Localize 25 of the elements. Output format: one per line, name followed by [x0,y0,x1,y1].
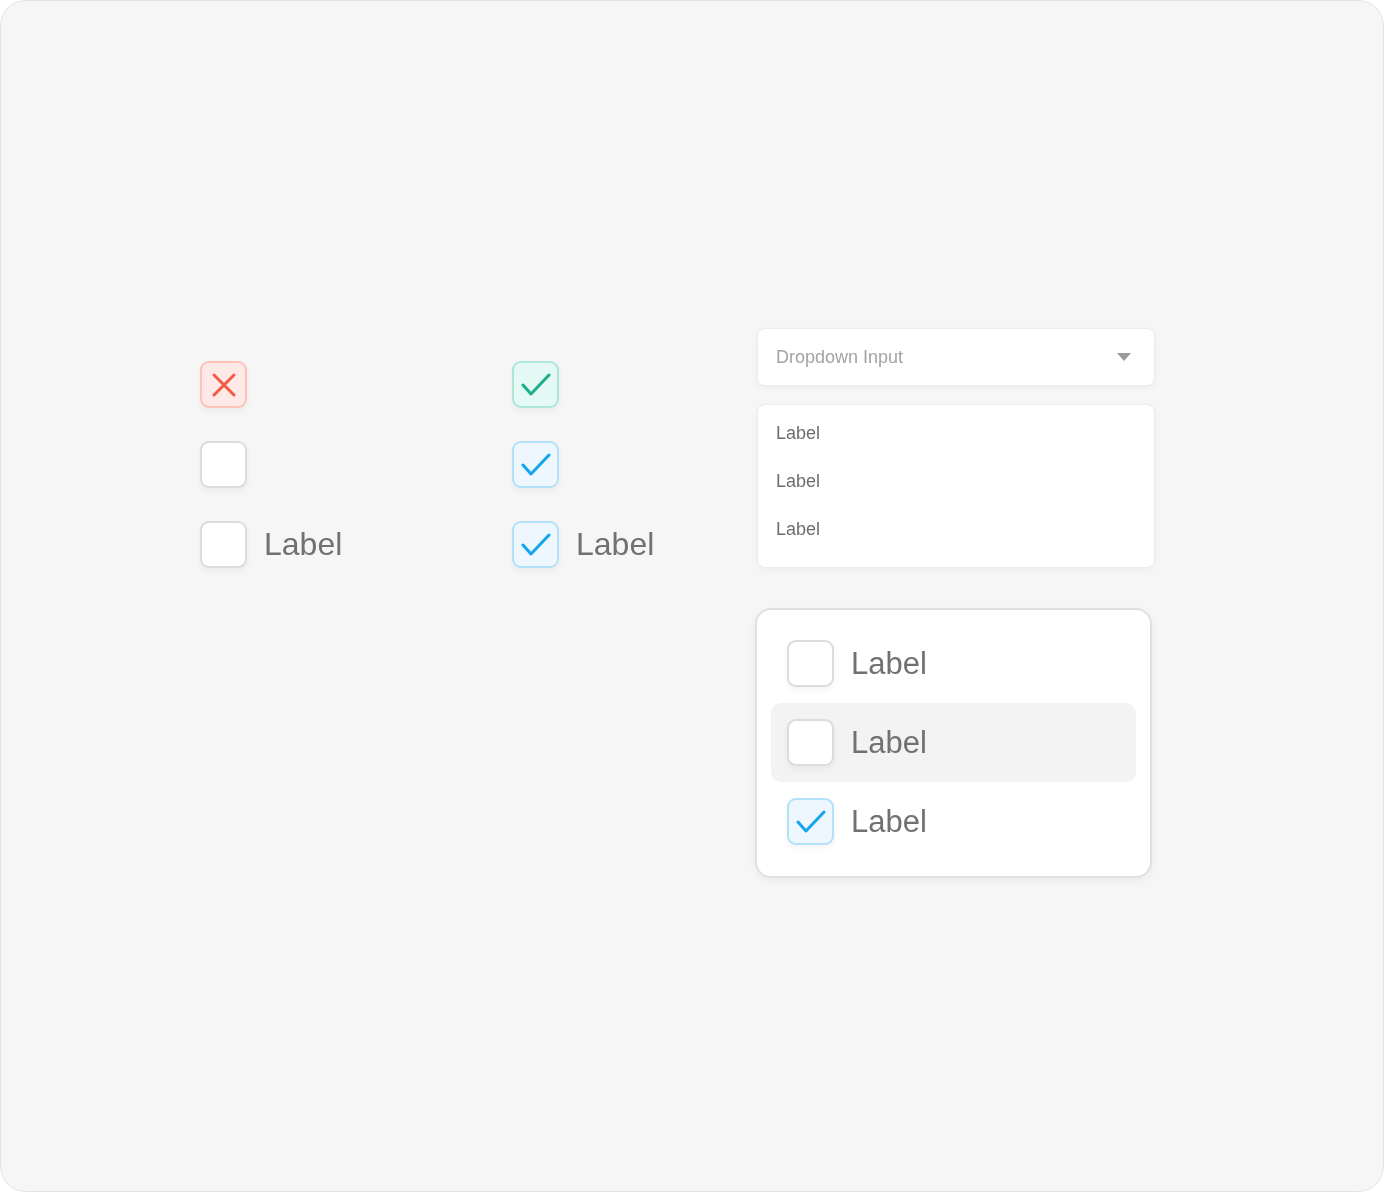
cross-icon [210,371,237,398]
checkbox-label: Label [851,724,927,761]
checkbox[interactable] [787,798,834,845]
checkbox[interactable] [200,361,247,408]
checkbox[interactable] [200,521,247,568]
check-icon [520,452,551,477]
checkbox[interactable] [512,361,559,408]
caret-icon [1116,352,1132,362]
checkbox[interactable] [787,640,834,687]
checkbox[interactable] [787,719,834,766]
check-icon [520,372,551,397]
checkbox-label: Label [264,526,343,563]
checkbox[interactable] [200,441,247,488]
dropdown-option[interactable]: Label [776,511,1136,559]
checkbox-label: Label [851,645,927,682]
dropdown-option[interactable]: Label [776,463,1136,511]
dropdown-field[interactable]: Dropdown Input [757,328,1155,386]
checkbox-label: Label [576,526,655,563]
checklist-row[interactable]: Label [771,703,1136,782]
dropdown-option[interactable]: Label [776,415,1136,463]
check-icon [795,809,826,834]
checkbox[interactable] [512,521,559,568]
checkbox-label: Label [851,803,927,840]
check-icon [520,532,551,557]
checkbox[interactable] [512,441,559,488]
